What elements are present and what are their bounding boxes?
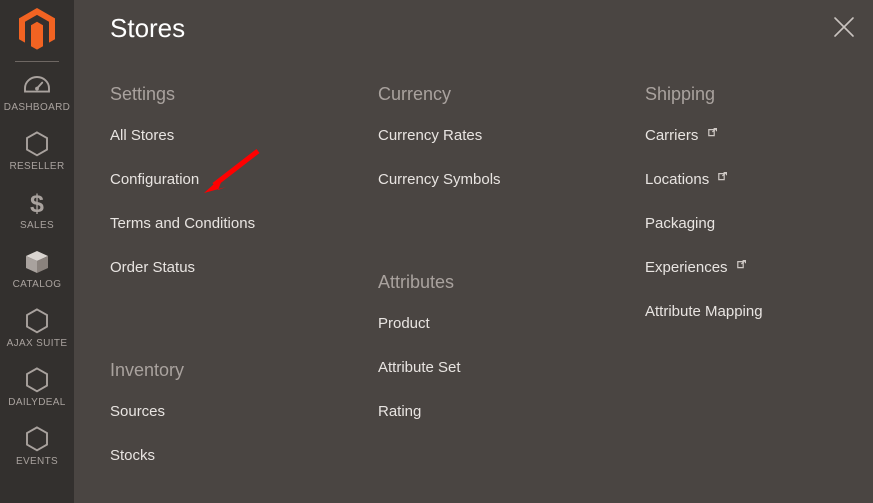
group-title: Settings — [110, 84, 176, 104]
menu-link-stocks[interactable]: Stocks — [110, 434, 342, 478]
box-icon — [2, 249, 72, 275]
menu-link-label: Attribute Mapping — [645, 303, 763, 320]
menu-link-sources[interactable]: Sources — [110, 403, 342, 434]
sidebar-item-label: Dashboard — [3, 102, 71, 113]
magento-logo-icon — [18, 8, 56, 50]
menu-link-currency-rates[interactable]: Currency Rates — [378, 127, 609, 158]
menu-link-order-status[interactable]: Order Status — [110, 246, 342, 290]
sidebar-item-label: Reseller — [9, 161, 65, 172]
group-title: Shipping — [645, 84, 716, 104]
sidebar-item-sales[interactable]: $ Sales — [0, 180, 74, 239]
sidebar-item-label: Catalog — [12, 279, 62, 290]
menu-link-label: Attribute Set — [378, 359, 461, 376]
menu-link-rating[interactable]: Rating — [378, 390, 609, 434]
menu-link-label: Sources — [110, 403, 166, 420]
magento-logo[interactable] — [0, 0, 74, 58]
menu-group-currency: Currency Currency Rates Currency Symbols — [378, 58, 609, 202]
menu-group-attributes: Attributes Product Attribute Set Rating — [378, 246, 609, 434]
menu-link-label: Carriers — [645, 127, 699, 144]
svg-text:$: $ — [30, 190, 44, 216]
magento-admin-screen: Dashboard Reseller $ Sales — [0, 0, 873, 503]
menu-link-label: Experiences — [645, 259, 728, 276]
menu-link-label: Terms and Conditions — [110, 215, 256, 232]
menu-column: Settings All Stores Configuration Terms … — [74, 58, 342, 478]
external-link-icon — [718, 172, 728, 181]
hexagon-icon — [2, 426, 72, 452]
menu-link-label: Packaging — [645, 215, 716, 232]
group-title: Inventory — [110, 360, 185, 380]
menu-link-label: Product — [378, 315, 430, 332]
hexagon-icon — [2, 131, 72, 157]
sidebar-item-ajax-suite[interactable]: Ajax Suite — [0, 298, 74, 357]
menu-link-configuration[interactable]: Configuration — [110, 158, 342, 202]
menu-link-attribute-set[interactable]: Attribute Set — [378, 346, 609, 390]
gauge-icon — [2, 72, 72, 98]
external-link-icon — [736, 260, 746, 269]
external-link-icon — [707, 128, 717, 137]
menu-link-label: Currency Symbols — [378, 171, 501, 188]
group-title: Currency — [378, 84, 452, 104]
menu-link-packaging[interactable]: Packaging — [645, 202, 873, 246]
sidebar-item-catalog[interactable]: Catalog — [0, 239, 74, 298]
menu-group-inventory: Inventory Sources Stocks — [110, 334, 342, 478]
page-title: Stores — [110, 13, 186, 43]
menu-group-shipping: Shipping Carriers Locations Packaging Ex… — [645, 58, 873, 334]
group-title: Attributes — [378, 272, 455, 292]
sidebar-item-dashboard[interactable]: Dashboard — [0, 62, 74, 121]
menu-link-label: Locations — [645, 171, 710, 188]
sidebar-item-label: Ajax Suite — [6, 338, 68, 349]
menu-link-product[interactable]: Product — [378, 315, 609, 346]
sidebar-item-reseller[interactable]: Reseller — [0, 121, 74, 180]
menu-link-label: Stocks — [110, 447, 156, 464]
menu-link-all-stores[interactable]: All Stores — [110, 127, 342, 158]
close-icon[interactable] — [825, 8, 863, 46]
menu-link-label: Currency Rates — [378, 127, 483, 144]
menu-link-label: Order Status — [110, 259, 196, 276]
menu-link-currency-symbols[interactable]: Currency Symbols — [378, 158, 609, 202]
menu-link-experiences[interactable]: Experiences — [645, 246, 873, 290]
menu-columns: Settings All Stores Configuration Terms … — [74, 58, 873, 478]
panel-header: Stores — [74, 0, 873, 58]
sidebar-item-events[interactable]: Events — [0, 416, 74, 475]
dollar-sign-icon: $ — [2, 190, 72, 216]
sidebar-item-label: Sales — [20, 220, 54, 231]
menu-link-carriers[interactable]: Carriers — [645, 127, 873, 158]
admin-sidebar: Dashboard Reseller $ Sales — [0, 0, 74, 503]
menu-column: Currency Currency Rates Currency Symbols… — [342, 58, 609, 478]
hexagon-icon — [2, 367, 72, 393]
menu-link-label: Configuration — [110, 171, 200, 188]
menu-link-label: All Stores — [110, 127, 175, 144]
sidebar-item-dailydeal[interactable]: Dailydeal — [0, 357, 74, 416]
sidebar-item-label: Dailydeal — [8, 397, 66, 408]
menu-link-terms-and-conditions[interactable]: Terms and Conditions — [110, 202, 342, 246]
sidebar-item-label: Events — [15, 456, 59, 467]
hexagon-icon — [2, 308, 72, 334]
menu-group-settings: Settings All Stores Configuration Terms … — [110, 58, 342, 290]
menu-link-label: Rating — [378, 403, 422, 420]
menu-column: Shipping Carriers Locations Packaging Ex… — [609, 58, 873, 478]
menu-link-locations[interactable]: Locations — [645, 158, 873, 202]
menu-link-attribute-mapping[interactable]: Attribute Mapping — [645, 290, 873, 334]
stores-menu-panel: Stores Settings All Stores Configuration — [74, 0, 873, 503]
